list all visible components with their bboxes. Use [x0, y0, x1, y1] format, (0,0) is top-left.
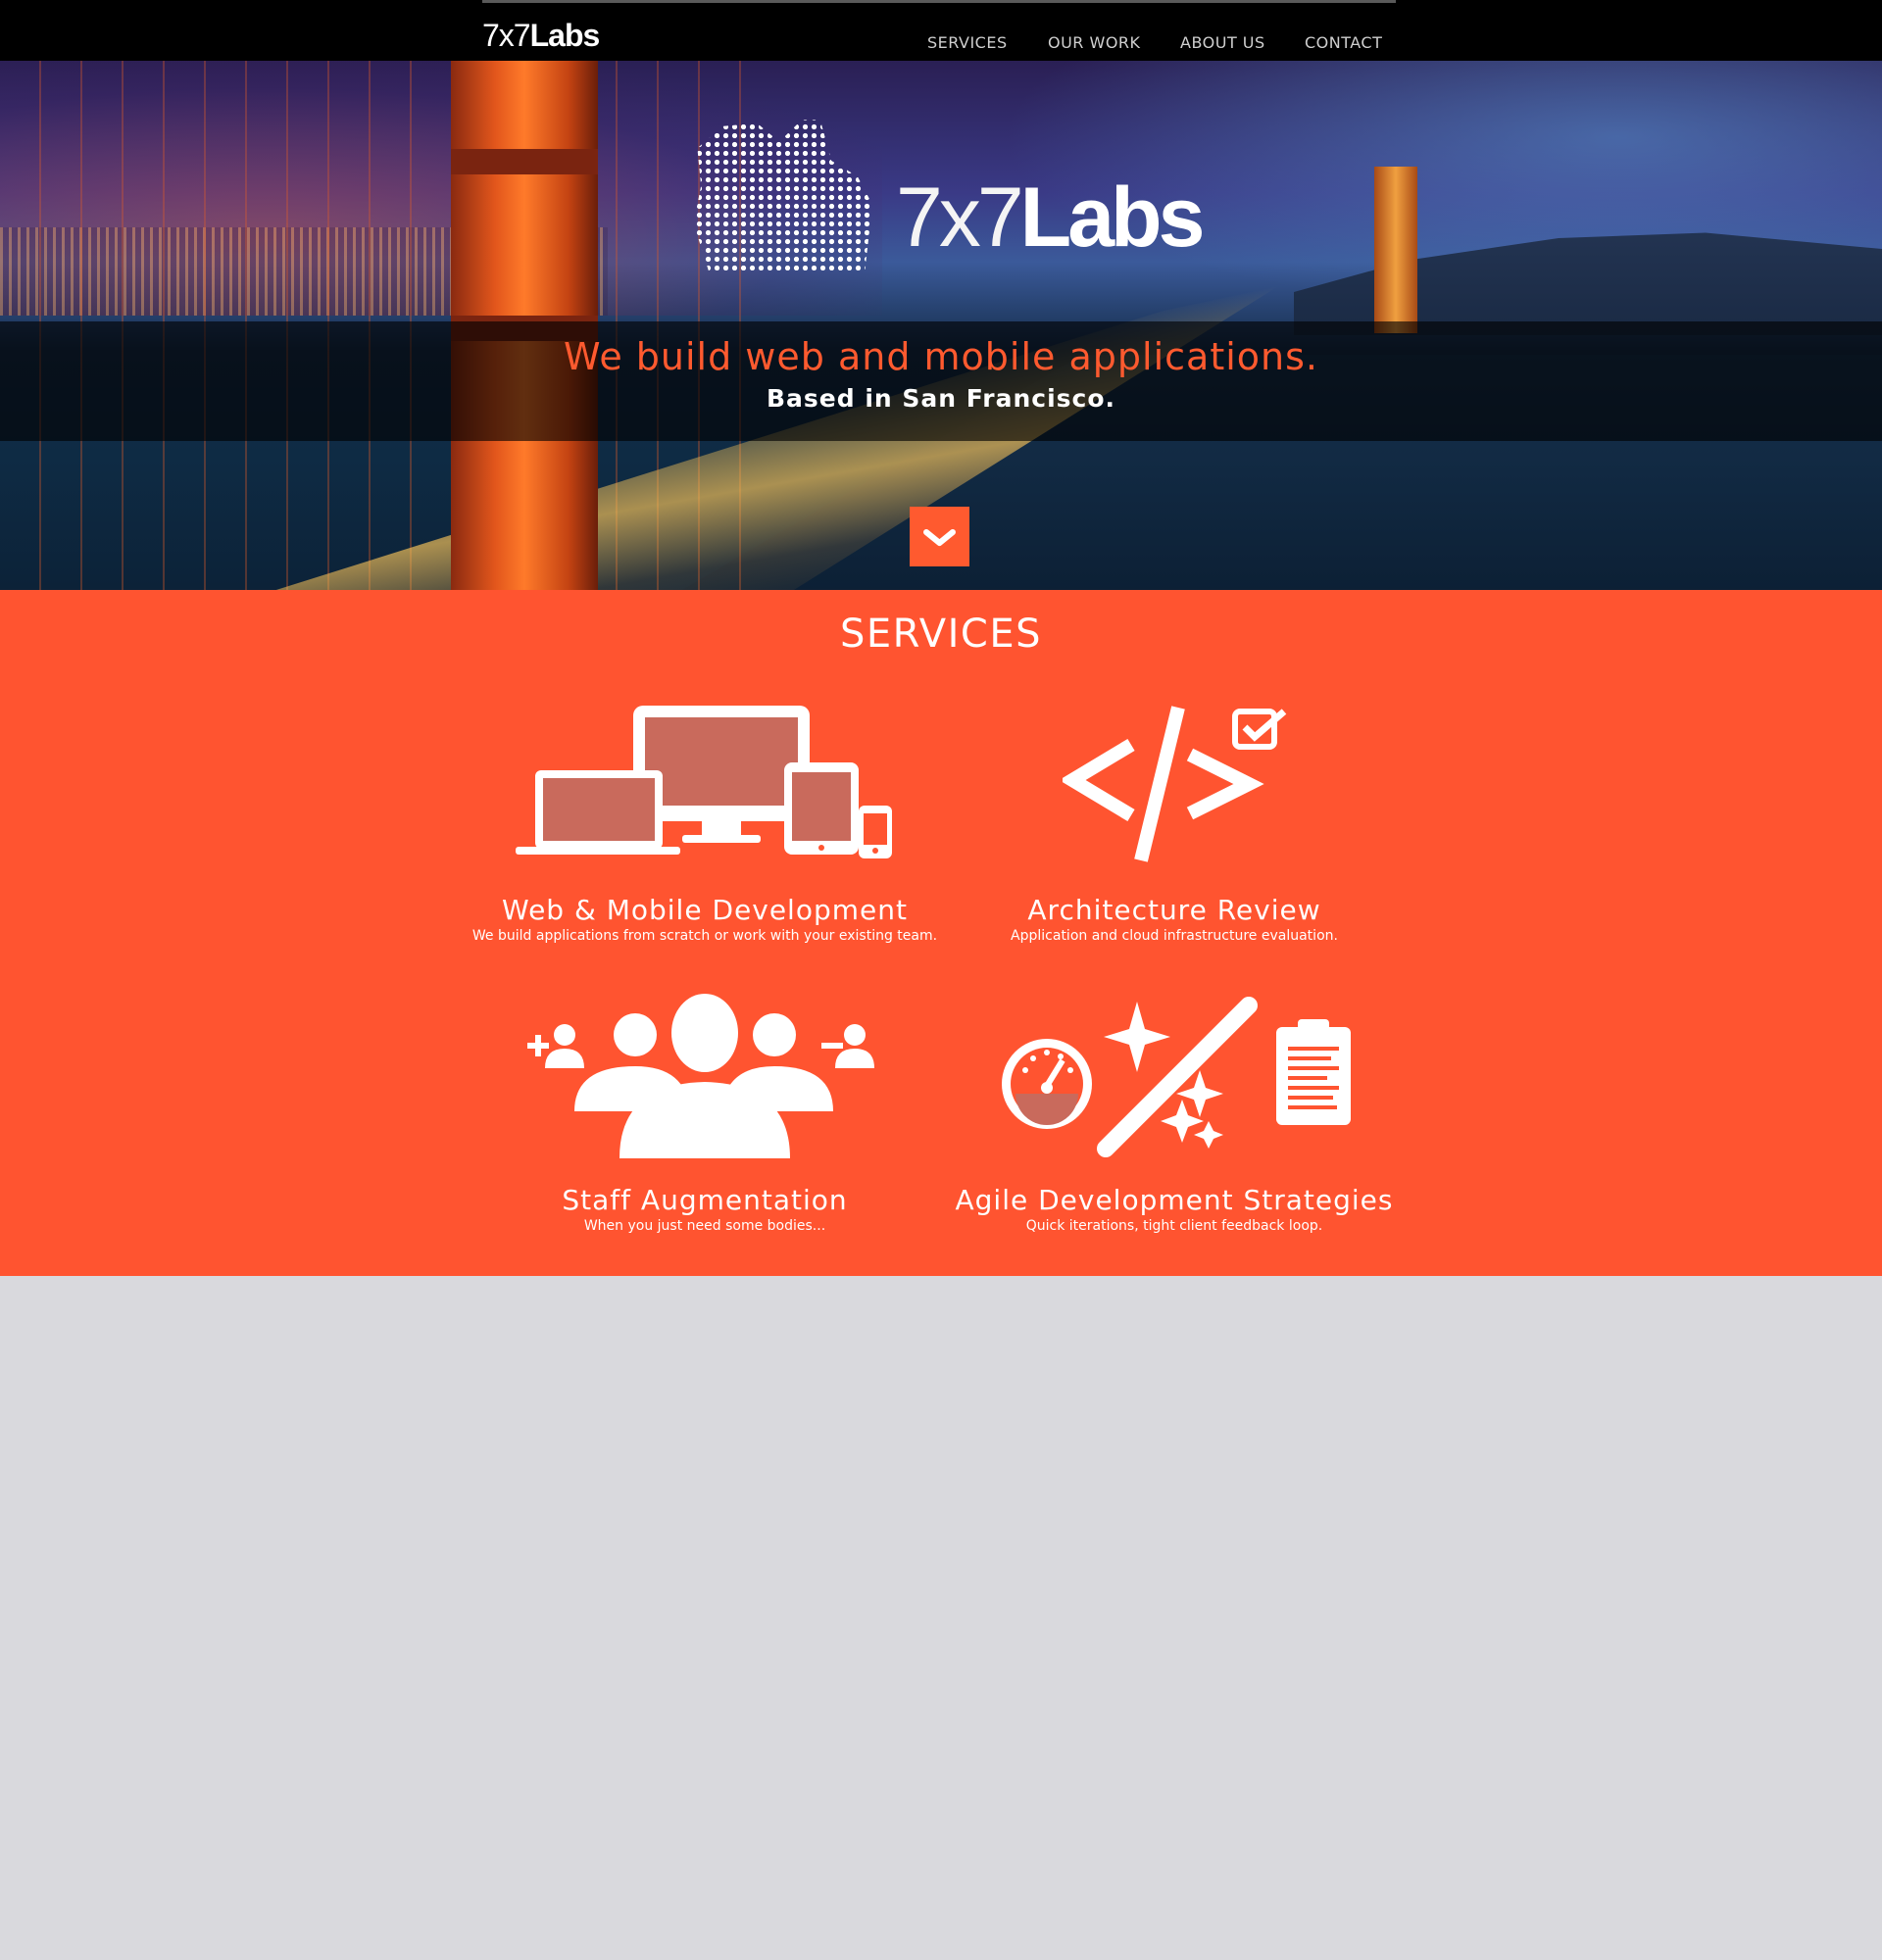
team-icon: [527, 994, 874, 1158]
top-navbar: 7x7Labs SERVICES OUR WORK ABOUT US CONTA…: [0, 0, 1882, 61]
hero-bridge-tower-right: [1374, 167, 1417, 333]
service-name: Staff Augmentation: [562, 1184, 848, 1216]
hero-logo-text: 7x7Labs: [896, 169, 1206, 267]
service-desc: Quick iterations, tight client feedback …: [1025, 1218, 1323, 1234]
service-card-architecture: Architecture Review Application and clou…: [919, 894, 1429, 944]
nav-our-work[interactable]: OUR WORK: [1048, 33, 1141, 52]
services-section: SERVICES Web & Mobile Development We bui…: [0, 590, 1882, 1276]
service-card-web-mobile: Web & Mobile Development We build applic…: [450, 894, 960, 944]
nav-contact[interactable]: CONTACT: [1305, 33, 1382, 52]
main-nav: SERVICES OUR WORK ABOUT US CONTACT: [0, 33, 1882, 57]
service-name: Web & Mobile Development: [502, 894, 908, 926]
tagline-band: We build web and mobile applications. Ba…: [0, 321, 1882, 441]
service-desc: We build applications from scratch or wo…: [471, 928, 938, 944]
hero-subline: Based in San Francisco.: [766, 384, 1116, 413]
navbar-top-rule: [482, 0, 1396, 3]
agile-tools-icon: [1002, 997, 1351, 1157]
sf-dot-map-icon: [693, 120, 872, 270]
service-desc: Application and cloud infrastructure eva…: [1011, 928, 1338, 944]
service-name: Agile Development Strategies: [955, 1184, 1394, 1216]
service-name: Architecture Review: [1027, 894, 1321, 926]
hero-logo: 7x7Labs: [686, 114, 1205, 290]
service-card-staff: Staff Augmentation When you just need so…: [450, 1184, 960, 1234]
service-desc: When you just need some bodies...: [583, 1218, 826, 1234]
hero-logo-bold: Labs: [1019, 171, 1206, 265]
scroll-down-button[interactable]: [910, 507, 969, 566]
hero-banner: 7x7Labs We build web and mobile applicat…: [0, 61, 1882, 590]
code-check-icon: [1063, 706, 1287, 862]
service-card-agile: Agile Development Strategies Quick itera…: [919, 1184, 1429, 1234]
hero-logo-thin: 7x7: [896, 171, 1024, 265]
nav-services[interactable]: SERVICES: [927, 33, 1008, 52]
chevron-down-icon: [923, 529, 956, 546]
services-title: SERVICES: [839, 612, 1043, 657]
hero-tagline: We build web and mobile applications.: [563, 335, 1318, 378]
devices-icon: [516, 706, 892, 858]
nav-about-us[interactable]: ABOUT US: [1180, 33, 1265, 52]
